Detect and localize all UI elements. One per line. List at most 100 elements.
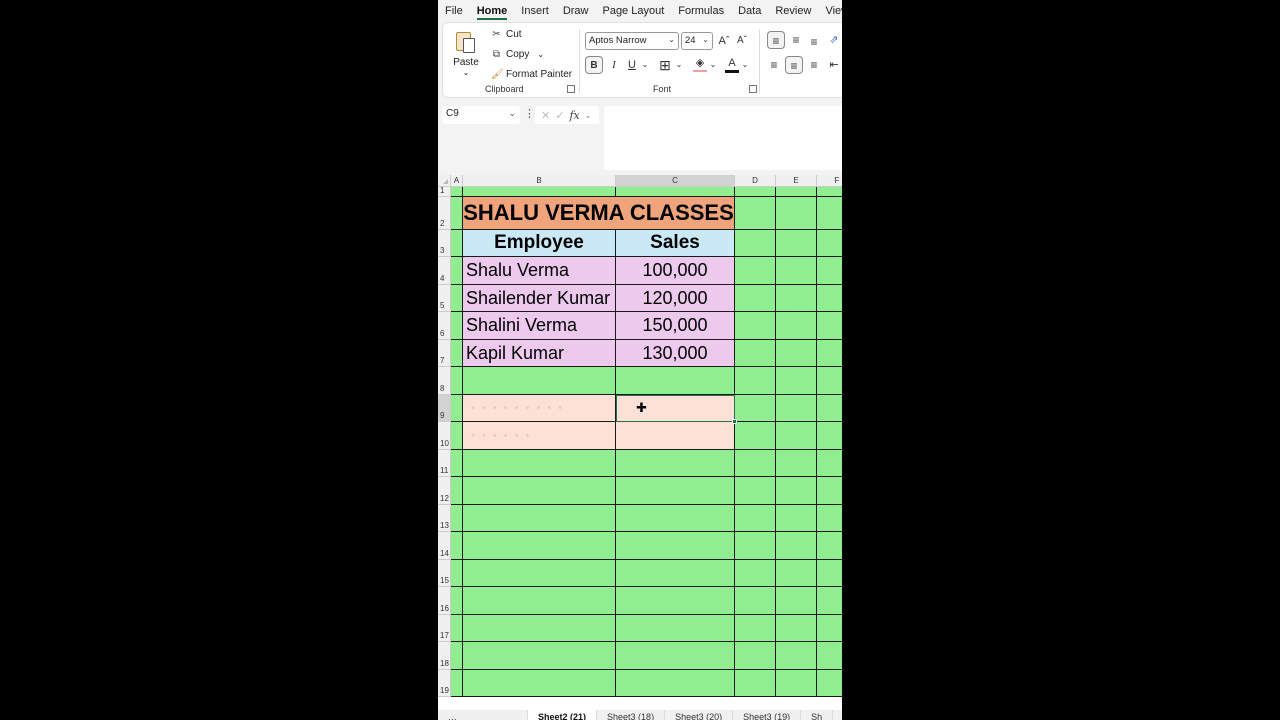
cell-b14[interactable] xyxy=(463,532,616,560)
cell-b17[interactable] xyxy=(463,615,616,642)
cancel-icon[interactable]: ✕ xyxy=(541,109,550,122)
row-header-1[interactable]: 1 xyxy=(438,186,451,197)
row-header-19[interactable]: 19 xyxy=(438,670,451,697)
more-options-icon[interactable]: ⋮ xyxy=(524,107,535,120)
chevron-down-icon[interactable]: ⌄ xyxy=(709,56,717,74)
cell-d13[interactable] xyxy=(735,505,776,532)
spreadsheet-grid[interactable]: A B C D E F 1 2 SHALU VERMA CLASSES 3 Employee Sale… xyxy=(438,175,842,710)
cell-e9[interactable] xyxy=(776,395,817,422)
cut-button[interactable]: ✂ Cut xyxy=(491,29,521,40)
cell-f8[interactable] xyxy=(817,367,842,395)
cell-e11[interactable] xyxy=(776,450,817,477)
underline-button[interactable]: U xyxy=(625,56,639,74)
cell-b19[interactable] xyxy=(463,670,616,697)
insert-function-button[interactable]: fx xyxy=(569,109,579,122)
cell-e4[interactable] xyxy=(776,257,817,285)
cell-e19[interactable] xyxy=(776,670,817,697)
orientation-icon[interactable]: ⇗ xyxy=(827,31,841,49)
row-header-3[interactable]: 3 xyxy=(438,230,451,257)
cell-f6[interactable] xyxy=(817,312,842,340)
borders-icon[interactable]: ⊞ xyxy=(657,56,673,74)
sheet-tab[interactable]: Sheet3 (19) xyxy=(733,710,802,720)
cell-a9[interactable] xyxy=(451,395,463,422)
sheet-tab[interactable]: … xyxy=(438,710,528,720)
cell-f14[interactable] xyxy=(817,532,842,560)
cell-f16[interactable] xyxy=(817,587,842,615)
cell-f5[interactable] xyxy=(817,285,842,312)
font-launcher-icon[interactable] xyxy=(749,85,757,93)
column-header-f[interactable]: F xyxy=(817,175,842,187)
employee-cell[interactable]: Shalini Verma xyxy=(463,312,616,340)
cell-d9[interactable] xyxy=(735,395,776,422)
employee-cell[interactable]: Kapil Kumar xyxy=(463,340,616,367)
cell-a6[interactable] xyxy=(451,312,463,340)
row-header-18[interactable]: 18 xyxy=(438,642,451,670)
row-header-2[interactable]: 2 xyxy=(438,197,451,230)
cell-c12[interactable] xyxy=(616,477,735,505)
cell-c15[interactable] xyxy=(616,560,735,587)
cell-b10[interactable]: • • • • • • xyxy=(463,422,616,450)
cell-a17[interactable] xyxy=(451,615,463,642)
italic-button[interactable]: I xyxy=(607,56,621,74)
format-painter-button[interactable]: 🖌 Format Painter xyxy=(491,69,572,80)
cell-c8[interactable] xyxy=(616,367,735,395)
cell-e13[interactable] xyxy=(776,505,817,532)
cell-d16[interactable] xyxy=(735,587,776,615)
tab-data[interactable]: Data xyxy=(731,0,768,22)
decrease-indent-icon[interactable]: ⇤ xyxy=(827,56,841,74)
cell-e6[interactable] xyxy=(776,312,817,340)
sheet-tab[interactable]: Sh xyxy=(801,710,834,720)
cell-b13[interactable] xyxy=(463,505,616,532)
name-box[interactable]: C9 ⌄ xyxy=(442,106,520,124)
cell-b15[interactable] xyxy=(463,560,616,587)
row-header-16[interactable]: 16 xyxy=(438,587,451,615)
cell-e17[interactable] xyxy=(776,615,817,642)
cell-e14[interactable] xyxy=(776,532,817,560)
cell-b12[interactable] xyxy=(463,477,616,505)
cell-d8[interactable] xyxy=(735,367,776,395)
font-color-button[interactable]: A xyxy=(725,56,739,73)
align-left-icon[interactable]: ≡ xyxy=(767,56,781,74)
cell-b8[interactable] xyxy=(463,367,616,395)
tab-page-layout[interactable]: Page Layout xyxy=(595,0,671,22)
cell-a1[interactable] xyxy=(451,187,463,197)
shrink-font-button[interactable]: Aˇ xyxy=(735,32,749,50)
tab-file[interactable]: File xyxy=(438,0,470,22)
cell-f4[interactable] xyxy=(817,257,842,285)
cell-d3[interactable] xyxy=(735,230,776,257)
cell-a10[interactable] xyxy=(451,422,463,450)
cell-e18[interactable] xyxy=(776,642,817,670)
cell-d15[interactable] xyxy=(735,560,776,587)
sheet-tab-active[interactable]: Sheet2 (21) xyxy=(528,710,598,720)
cell-c1[interactable] xyxy=(616,187,735,197)
cell-f11[interactable] xyxy=(817,450,842,477)
sales-cell[interactable]: 100,000 xyxy=(616,257,735,285)
cell-a7[interactable] xyxy=(451,340,463,367)
sheet-tab[interactable]: Sheet3 (20) xyxy=(665,710,734,720)
column-header-c[interactable]: C xyxy=(616,175,735,187)
cell-e7[interactable] xyxy=(776,340,817,367)
cell-f17[interactable] xyxy=(817,615,842,642)
align-top-icon[interactable]: ≡ xyxy=(767,31,785,49)
cell-e2[interactable] xyxy=(776,197,817,230)
cell-f3[interactable] xyxy=(817,230,842,257)
cell-c14[interactable] xyxy=(616,532,735,560)
fill-color-icon[interactable]: ◈ xyxy=(693,56,707,72)
row-header-14[interactable]: 14 xyxy=(438,532,451,560)
cell-d12[interactable] xyxy=(735,477,776,505)
row-header-12[interactable]: 12 xyxy=(438,477,451,505)
bold-button[interactable]: B xyxy=(585,56,603,74)
header-sales[interactable]: Sales xyxy=(616,230,735,257)
cell-a18[interactable] xyxy=(451,642,463,670)
cell-e3[interactable] xyxy=(776,230,817,257)
cell-f7[interactable] xyxy=(817,340,842,367)
cell-a3[interactable] xyxy=(451,230,463,257)
column-header-a[interactable]: A xyxy=(451,175,463,187)
formula-input[interactable] xyxy=(604,106,842,170)
align-bottom-icon[interactable]: ≡ xyxy=(807,33,821,51)
chevron-down-icon[interactable]: ⌄ xyxy=(585,111,592,120)
cell-f15[interactable] xyxy=(817,560,842,587)
cell-a12[interactable] xyxy=(451,477,463,505)
tab-review[interactable]: Review xyxy=(768,0,818,22)
grow-font-button[interactable]: Aˆ xyxy=(717,32,731,50)
